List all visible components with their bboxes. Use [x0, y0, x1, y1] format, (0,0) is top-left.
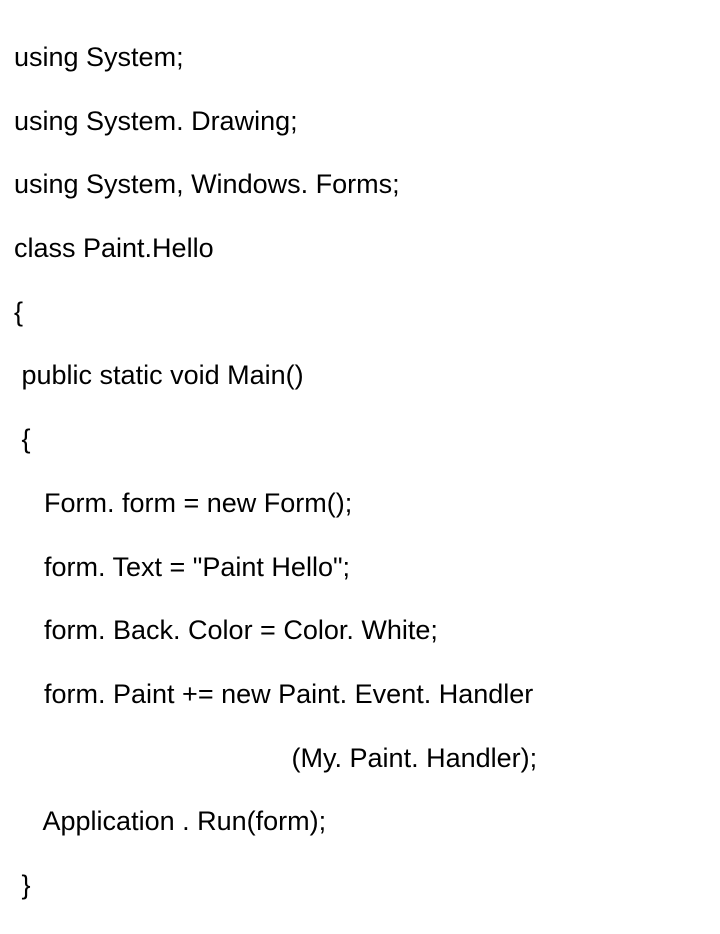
code-line: using System. Drawing;: [14, 106, 706, 138]
code-line: }: [14, 870, 706, 902]
code-line: form. Text = "Paint Hello";: [14, 552, 706, 584]
code-line: Form. form = new Form();: [14, 488, 706, 520]
code-line: (My. Paint. Handler);: [14, 743, 706, 775]
code-line: form. Paint += new Paint. Event. Handler: [14, 679, 706, 711]
code-line: public static void Main(): [14, 360, 706, 392]
code-line: {: [14, 424, 706, 456]
code-line: {: [14, 297, 706, 329]
code-line: class Paint.Hello: [14, 233, 706, 265]
code-block: using System; using System. Drawing; usi…: [0, 0, 720, 934]
code-line: using System, Windows. Forms;: [14, 169, 706, 201]
code-line: form. Back. Color = Color. White;: [14, 615, 706, 647]
code-line: using System;: [14, 42, 706, 74]
code-line: Application . Run(form);: [14, 806, 706, 838]
